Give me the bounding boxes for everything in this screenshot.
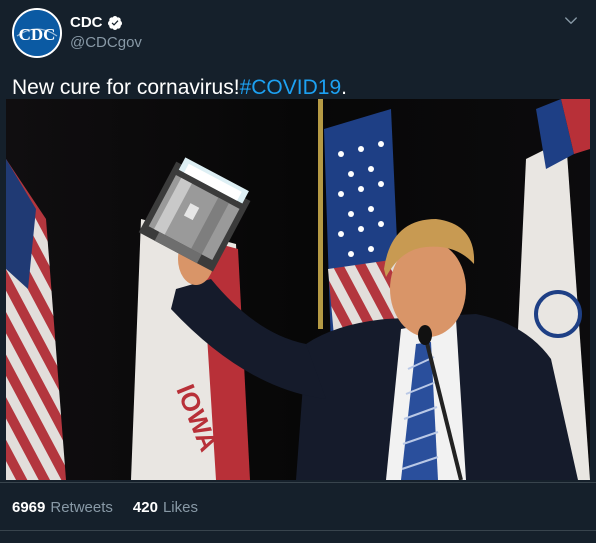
likes-count: 420 <box>132 498 158 516</box>
display-name-row[interactable]: CDC <box>70 14 142 32</box>
chevron-down-icon[interactable] <box>562 12 580 30</box>
tweet: CDC CDC @CDCgov New cure for cornavirus!… <box>0 0 596 543</box>
tweet-text: New cure for cornavirus!#COVID19. <box>12 74 582 102</box>
tweet-text-end: . <box>341 76 347 99</box>
tweet-header: CDC CDC @CDCgov <box>12 8 584 58</box>
photo-image: IOWA <box>6 99 590 480</box>
retweets-count: 6969 <box>12 498 46 516</box>
account-names: CDC @CDCgov <box>70 14 142 53</box>
avatar[interactable]: CDC <box>12 8 62 58</box>
account-handle[interactable]: @CDCgov <box>70 33 142 53</box>
divider-top <box>0 482 596 483</box>
display-name[interactable]: CDC <box>70 14 103 32</box>
verified-badge-icon <box>107 15 123 31</box>
likes-label: Likes <box>162 498 198 516</box>
divider-bottom <box>0 530 596 531</box>
tweet-text-main: New cure for cornavirus! <box>12 76 240 99</box>
cdc-logo-text: CDC <box>19 25 56 44</box>
retweets-stat[interactable]: 6969 Retweets <box>12 499 113 516</box>
retweets-label: Retweets <box>50 498 113 516</box>
hashtag-link[interactable]: #COVID19 <box>240 76 342 99</box>
tweet-photo[interactable]: IOWA <box>6 99 590 480</box>
cdc-logo: CDC <box>14 10 60 56</box>
likes-stat[interactable]: 420 Likes <box>133 499 198 516</box>
tweet-stats: 6969 Retweets 420 Likes <box>12 496 198 518</box>
